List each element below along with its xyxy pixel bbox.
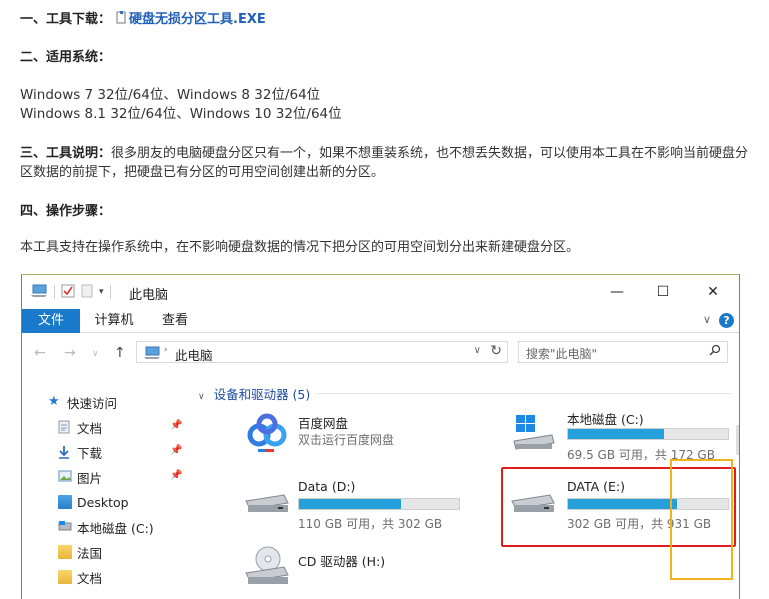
search-placeholder: 搜索"此电脑" — [526, 347, 598, 361]
download-icon — [58, 445, 72, 459]
nav-item-desktop[interactable]: Desktop — [58, 491, 129, 513]
tab-view[interactable]: 查看 — [150, 309, 200, 333]
star-icon: ★ — [48, 394, 60, 409]
drive-icon — [58, 520, 72, 534]
computer-icon — [30, 283, 48, 302]
drive-usage-bar — [298, 498, 460, 510]
drive-data-d[interactable]: Data (D:) 110 GB 可用，共 302 GB — [242, 477, 472, 533]
nav-label: 图片 — [77, 470, 103, 486]
drive-name: CD 驱动器 (H:) — [298, 554, 386, 569]
title-bar: ▾ 此电脑 — ☐ ✕ — [22, 275, 739, 309]
drive-baidu-netdisk[interactable]: 百度网盘 双击运行百度网盘 — [242, 409, 452, 465]
hard-drive-icon — [244, 491, 290, 519]
properties-icon[interactable] — [61, 283, 75, 302]
pin-icon[interactable]: 📌 — [170, 420, 182, 431]
nav-item-local-disk-c[interactable]: 本地磁盘 (C:) — [58, 516, 154, 538]
systems-line-2: Windows 8.1 32位/64位、Windows 10 32位/64位 — [20, 106, 342, 122]
scrollbar[interactable] — [736, 425, 739, 455]
toolbar-divider — [54, 285, 55, 299]
folder-icon — [58, 495, 72, 509]
folder-icon — [58, 545, 72, 559]
windows-drive-icon — [510, 415, 556, 459]
maximize-button[interactable]: ☐ — [640, 280, 686, 304]
drive-name: Data (D:) — [298, 479, 356, 494]
search-icon — [709, 344, 721, 360]
back-icon[interactable]: ← — [34, 345, 46, 361]
drive-usage-fill — [568, 429, 664, 439]
chevron-down-icon[interactable]: ∨ — [474, 345, 481, 356]
help-icon[interactable]: ? — [719, 313, 734, 328]
tool-download-label: 一、工具下载： — [20, 12, 112, 27]
pin-icon[interactable]: 📌 — [170, 445, 182, 456]
tool-description: 三、工具说明：很多朋友的电脑硬盘分区只有一个，如果不想重装系统，也不想丢失数据，… — [20, 144, 755, 182]
drive-subtitle: 110 GB 可用，共 302 GB — [298, 517, 443, 531]
steps-heading: 四、操作步骤： — [20, 204, 112, 219]
recent-locations-icon[interactable]: ∨ — [92, 349, 99, 359]
cd-drive-icon — [244, 545, 290, 593]
nav-item-pictures[interactable]: 图片 — [58, 466, 102, 488]
explorer-window: ▾ 此电脑 — ☐ ✕ 文件 计算机 查看 ∨ ? ← → ∨ ↑ › 此电脑 … — [21, 274, 740, 599]
nav-item-documents[interactable]: 文档 — [58, 416, 102, 438]
tool-download-heading: 一、工具下载： 硬盘无损分区工具.EXE — [20, 10, 266, 29]
drive-subtitle: 双击运行百度网盘 — [298, 433, 395, 447]
address-text: 此电脑 — [175, 348, 213, 363]
document-icon — [58, 420, 72, 434]
description-text: 很多朋友的电脑硬盘分区只有一个，如果不想重装系统，也不想丢失数据，可以使用本工具… — [20, 146, 749, 180]
pin-icon[interactable]: 📌 — [170, 470, 182, 481]
nav-label: 文档 — [77, 420, 103, 436]
tab-file[interactable]: 文件 — [22, 309, 80, 333]
systems-line-1: Windows 7 32位/64位、Windows 8 32位/64位 — [20, 87, 321, 103]
description-label: 三、工具说明： — [20, 146, 112, 161]
nav-quick-access[interactable]: ★ 快速访问 — [48, 391, 117, 413]
folder-icon — [58, 570, 72, 584]
baidu-netdisk-icon — [244, 411, 290, 461]
forward-icon[interactable]: → — [64, 345, 76, 361]
address-bar[interactable]: › 此电脑 ∨ ↻ — [136, 341, 508, 363]
new-folder-icon[interactable] — [81, 283, 93, 302]
quick-access-toolbar: ▾ — [30, 284, 111, 300]
group-title: 设备和驱动器 (5) — [213, 387, 311, 402]
nav-item-france[interactable]: 法国 — [58, 541, 102, 563]
search-box[interactable]: 搜索"此电脑" — [518, 341, 728, 363]
drive-usage-fill — [299, 499, 402, 509]
nav-item-documents-2[interactable]: 文档 — [58, 566, 102, 588]
highlight-box-yellow — [670, 459, 733, 580]
tool-download-link[interactable]: 硬盘无损分区工具.EXE — [129, 12, 266, 27]
nav-label: 文档 — [77, 570, 103, 586]
customize-dropdown-icon[interactable]: ▾ — [99, 287, 104, 297]
systems-list: Windows 7 32位/64位、Windows 8 32位/64位 Wind… — [20, 86, 342, 124]
drive-usage-bar — [567, 428, 729, 440]
close-button[interactable]: ✕ — [690, 280, 736, 304]
expand-ribbon-icon[interactable]: ∨ — [703, 313, 711, 326]
navigation-bar: ← → ∨ ↑ › 此电脑 ∨ ↻ 搜索"此电脑" — [22, 337, 739, 369]
nav-label: Desktop — [77, 494, 129, 510]
drive-cd-h[interactable]: CD 驱动器 (H:) — [242, 543, 452, 599]
chevron-right-icon: › — [164, 345, 168, 355]
drive-local-disk-c[interactable]: 本地磁盘 (C:) 69.5 GB 可用，共 172 GB — [510, 409, 732, 465]
nav-item-downloads[interactable]: 下载 — [58, 441, 102, 463]
nav-label: 下载 — [77, 445, 103, 461]
drive-name: 本地磁盘 (C:) — [567, 412, 644, 427]
systems-heading: 二、适用系统： — [20, 50, 112, 65]
nav-label: 快速访问 — [67, 395, 118, 411]
nav-label: 本地磁盘 (C:) — [77, 520, 154, 536]
toolbar-divider — [109, 285, 111, 299]
picture-icon — [58, 470, 72, 484]
window-title: 此电脑 — [129, 288, 169, 303]
ribbon: 文件 计算机 查看 ∨ ? — [22, 309, 739, 333]
group-divider — [316, 393, 731, 394]
nav-label: 法国 — [77, 545, 103, 561]
intro-text: 本工具支持在操作系统中，在不影响硬盘数据的情况下把分区的可用空间划分出来新建硬盘… — [20, 240, 580, 255]
chevron-down-icon: ∨ — [198, 392, 205, 402]
computer-icon — [143, 345, 161, 364]
tab-computer[interactable]: 计算机 — [84, 309, 144, 333]
drive-name: 百度网盘 — [298, 416, 349, 431]
up-icon[interactable]: ↑ — [114, 345, 126, 361]
file-icon — [115, 11, 128, 24]
minimize-button[interactable]: — — [594, 280, 640, 304]
refresh-icon[interactable]: ↻ — [490, 343, 502, 359]
devices-group-header[interactable]: ∨ 设备和驱动器 (5) — [198, 384, 310, 403]
